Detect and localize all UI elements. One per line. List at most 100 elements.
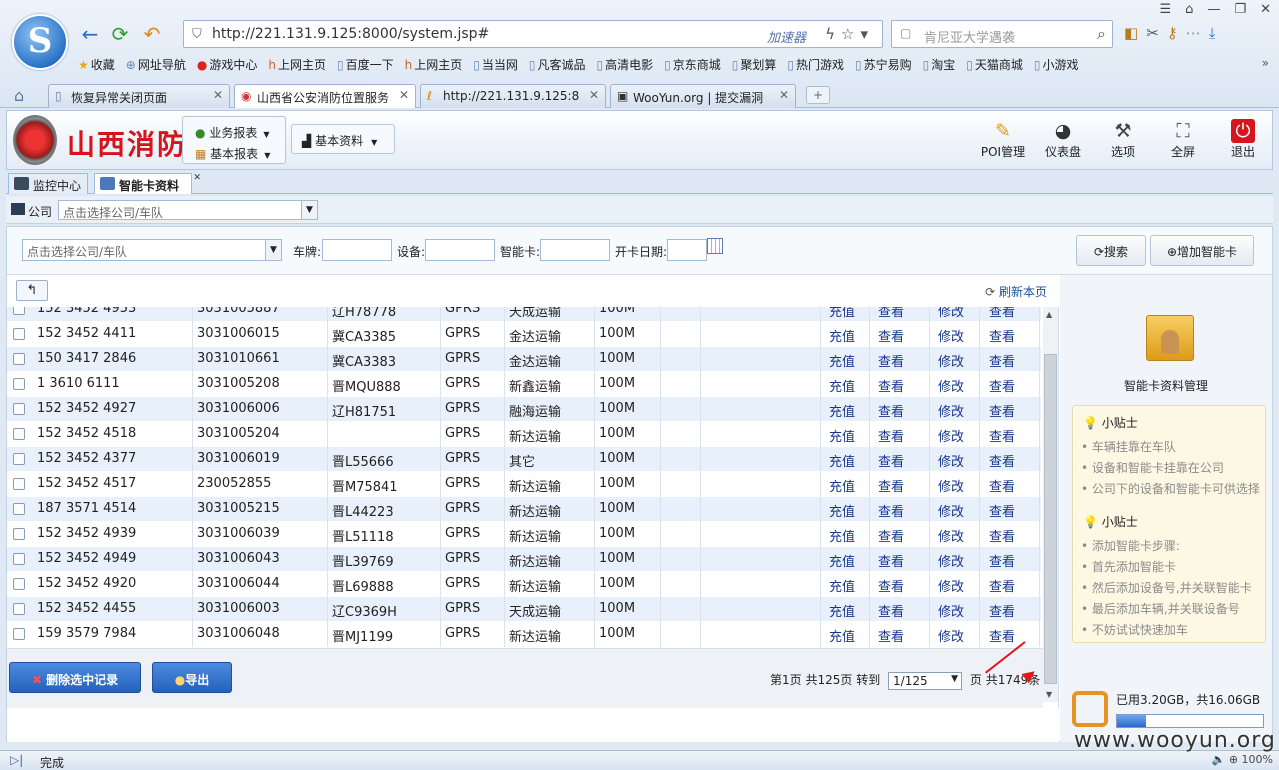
scroll-down-icon[interactable]: ▼	[1046, 690, 1052, 699]
view-link[interactable]: 查看	[878, 351, 904, 370]
bookmark-item[interactable]: ▯ 热门游戏	[787, 56, 844, 73]
edit-link[interactable]: 修改	[938, 526, 964, 545]
recharge-link[interactable]: 充值	[829, 326, 855, 345]
table-row[interactable]: 1 3610 6111 3031005208 晋MQU888 GPRS 新鑫运输 100M…	[7, 372, 1041, 397]
view-detail-link[interactable]: 查看	[989, 451, 1015, 470]
recharge-link[interactable]: 充值	[829, 401, 855, 420]
device-input[interactable]	[425, 239, 495, 261]
table-row[interactable]: 152 3452 4517 230052855 晋M75841 GPRS 新达运输 100…	[7, 472, 1041, 497]
bookmark-item[interactable]: ▯ 凡客诚品	[529, 56, 586, 73]
zoom-icon[interactable]: ⊕	[1229, 753, 1238, 766]
open-date-input[interactable]	[667, 239, 707, 261]
bookmark-item[interactable]: ▯ 百度一下	[337, 56, 394, 73]
bookmark-item[interactable]: ▯ 当当网	[473, 56, 518, 73]
view-link[interactable]: 查看	[878, 601, 904, 620]
page-select[interactable]: 1/125 ▼	[888, 671, 963, 690]
volume-icon[interactable]: 🔈	[1212, 753, 1226, 766]
options-button[interactable]: ⚒ 选项	[1097, 119, 1149, 160]
accelerator-label[interactable]: 加速器	[767, 27, 806, 46]
recharge-link[interactable]: 充值	[829, 501, 855, 520]
edit-link[interactable]: 修改	[938, 476, 964, 495]
tab-close-icon[interactable]: ✕	[589, 88, 599, 102]
row-checkbox[interactable]	[13, 578, 25, 590]
view-link[interactable]: 查看	[878, 401, 904, 420]
zoom-level[interactable]: 100%	[1242, 753, 1273, 766]
bookmark-item[interactable]: h 上网主页	[268, 56, 326, 73]
fullscreen-button[interactable]: ⛶ 全屏	[1157, 119, 1209, 160]
star-icon[interactable]: ☆	[841, 25, 860, 43]
basic-report-menu[interactable]: ▦ 基本报表 ▼	[195, 145, 270, 162]
bookmark-item[interactable]: ▯ 京东商城	[664, 56, 721, 73]
row-checkbox[interactable]	[13, 403, 25, 415]
row-checkbox[interactable]	[13, 428, 25, 440]
view-detail-link[interactable]: 查看	[989, 376, 1015, 395]
edit-link[interactable]: 修改	[938, 551, 964, 570]
table-row[interactable]: 159 3579 7984 3031006048 晋MJ1199 GPRS 新达运输 10…	[7, 622, 1041, 647]
row-checkbox[interactable]	[13, 478, 25, 490]
bookmark-item[interactable]: ▯ 淘宝	[923, 56, 956, 73]
row-checkbox[interactable]	[13, 503, 25, 515]
card-input[interactable]	[540, 239, 610, 261]
table-row[interactable]: 187 3571 4514 3031005215 晋L44223 GPRS 新达运输 10…	[7, 497, 1041, 522]
row-checkbox[interactable]	[13, 307, 25, 315]
delete-selected-button[interactable]: ✖ 删除选中记录	[9, 662, 141, 693]
table-row[interactable]: 152 3452 4411 3031006015 冀CA3385 GPRS 金达运输 10…	[7, 322, 1041, 347]
recharge-link[interactable]: 充值	[829, 526, 855, 545]
bookmark-item[interactable]: h 上网主页	[405, 56, 463, 73]
table-row[interactable]: 150 3417 2846 3031010661 冀CA3383 GPRS 金达运输 10…	[7, 347, 1041, 372]
search-engine-icon[interactable]: ▢	[900, 26, 911, 40]
recharge-link[interactable]: 充值	[829, 551, 855, 570]
poi-button[interactable]: ✎ POI管理	[977, 119, 1029, 160]
bookmark-item[interactable]: ▯ 聚划算	[732, 56, 777, 73]
restore-icon[interactable]: ❐	[1234, 2, 1246, 17]
view-detail-link[interactable]: 查看	[989, 307, 1015, 320]
view-link[interactable]: 查看	[878, 626, 904, 645]
logout-button[interactable]: ⏻ 退出	[1217, 119, 1269, 160]
recharge-link[interactable]: 充值	[829, 476, 855, 495]
tab-monitor-center[interactable]: 监控中心	[8, 173, 89, 194]
menu-icon[interactable]: ☰	[1160, 2, 1172, 17]
row-checkbox[interactable]	[13, 628, 25, 640]
bookmark-item[interactable]: ▯ 小游戏	[1034, 56, 1079, 73]
home-icon[interactable]: ⌂	[14, 86, 24, 105]
export-button[interactable]: ●导出	[152, 662, 232, 693]
row-checkbox[interactable]	[13, 378, 25, 390]
tab-close-icon[interactable]: ✕	[193, 173, 201, 183]
bookmark-item[interactable]: ★ 收藏	[78, 56, 115, 73]
edit-link[interactable]: 修改	[938, 326, 964, 345]
fleet-select[interactable]: 点击选择公司/车队 ▼	[22, 239, 282, 261]
vertical-scrollbar[interactable]: ▲ ▼	[1043, 307, 1058, 702]
refresh-page-link[interactable]: ⟳ 刷新本页	[985, 283, 1047, 300]
tab-smart-card[interactable]: 智能卡资料 ✕	[94, 173, 201, 194]
add-card-button[interactable]: ⊕增加智能卡	[1150, 235, 1254, 266]
browser-tab[interactable]: ▣ WooYun.org | 提交漏洞 ✕	[610, 84, 796, 108]
skin-icon[interactable]: ⌂	[1185, 2, 1193, 17]
tab-close-icon[interactable]: ✕	[779, 88, 789, 102]
undo-icon[interactable]: ↶	[140, 22, 164, 46]
recharge-link[interactable]: 充值	[829, 601, 855, 620]
chevron-down-icon[interactable]: ▼	[265, 240, 281, 260]
view-link[interactable]: 查看	[878, 526, 904, 545]
view-detail-link[interactable]: 查看	[989, 526, 1015, 545]
recharge-link[interactable]: 充值	[829, 376, 855, 395]
edit-link[interactable]: 修改	[938, 351, 964, 370]
scroll-thumb[interactable]	[1044, 354, 1057, 684]
recharge-link[interactable]: 充值	[829, 426, 855, 445]
view-detail-link[interactable]: 查看	[989, 326, 1015, 345]
basic-info-menu[interactable]: ▟ 基本资料 ▼	[291, 124, 395, 154]
table-row[interactable]: 152 3452 4377 3031006019 晋L55666 GPRS 其它 100M…	[7, 447, 1041, 472]
row-checkbox[interactable]	[13, 528, 25, 540]
view-detail-link[interactable]: 查看	[989, 351, 1015, 370]
browser-tab[interactable]: ▯ 恢复异常关闭页面 ✕	[48, 84, 230, 108]
bookmark-item[interactable]: ● 游戏中心	[197, 56, 258, 73]
chevron-down-icon[interactable]: ▾	[860, 25, 874, 43]
chevron-down-icon[interactable]: ▼	[301, 201, 317, 219]
row-checkbox[interactable]	[13, 603, 25, 615]
edit-link[interactable]: 修改	[938, 576, 964, 595]
lightning-icon[interactable]: ϟ	[825, 25, 841, 43]
bookmarks-more-icon[interactable]: »	[1262, 56, 1269, 70]
more-icon[interactable]: ⋯	[1186, 24, 1201, 42]
calendar-icon[interactable]	[707, 238, 723, 254]
play-icon[interactable]: ▷|	[10, 753, 23, 767]
cut-icon[interactable]: ✂	[1146, 24, 1159, 42]
